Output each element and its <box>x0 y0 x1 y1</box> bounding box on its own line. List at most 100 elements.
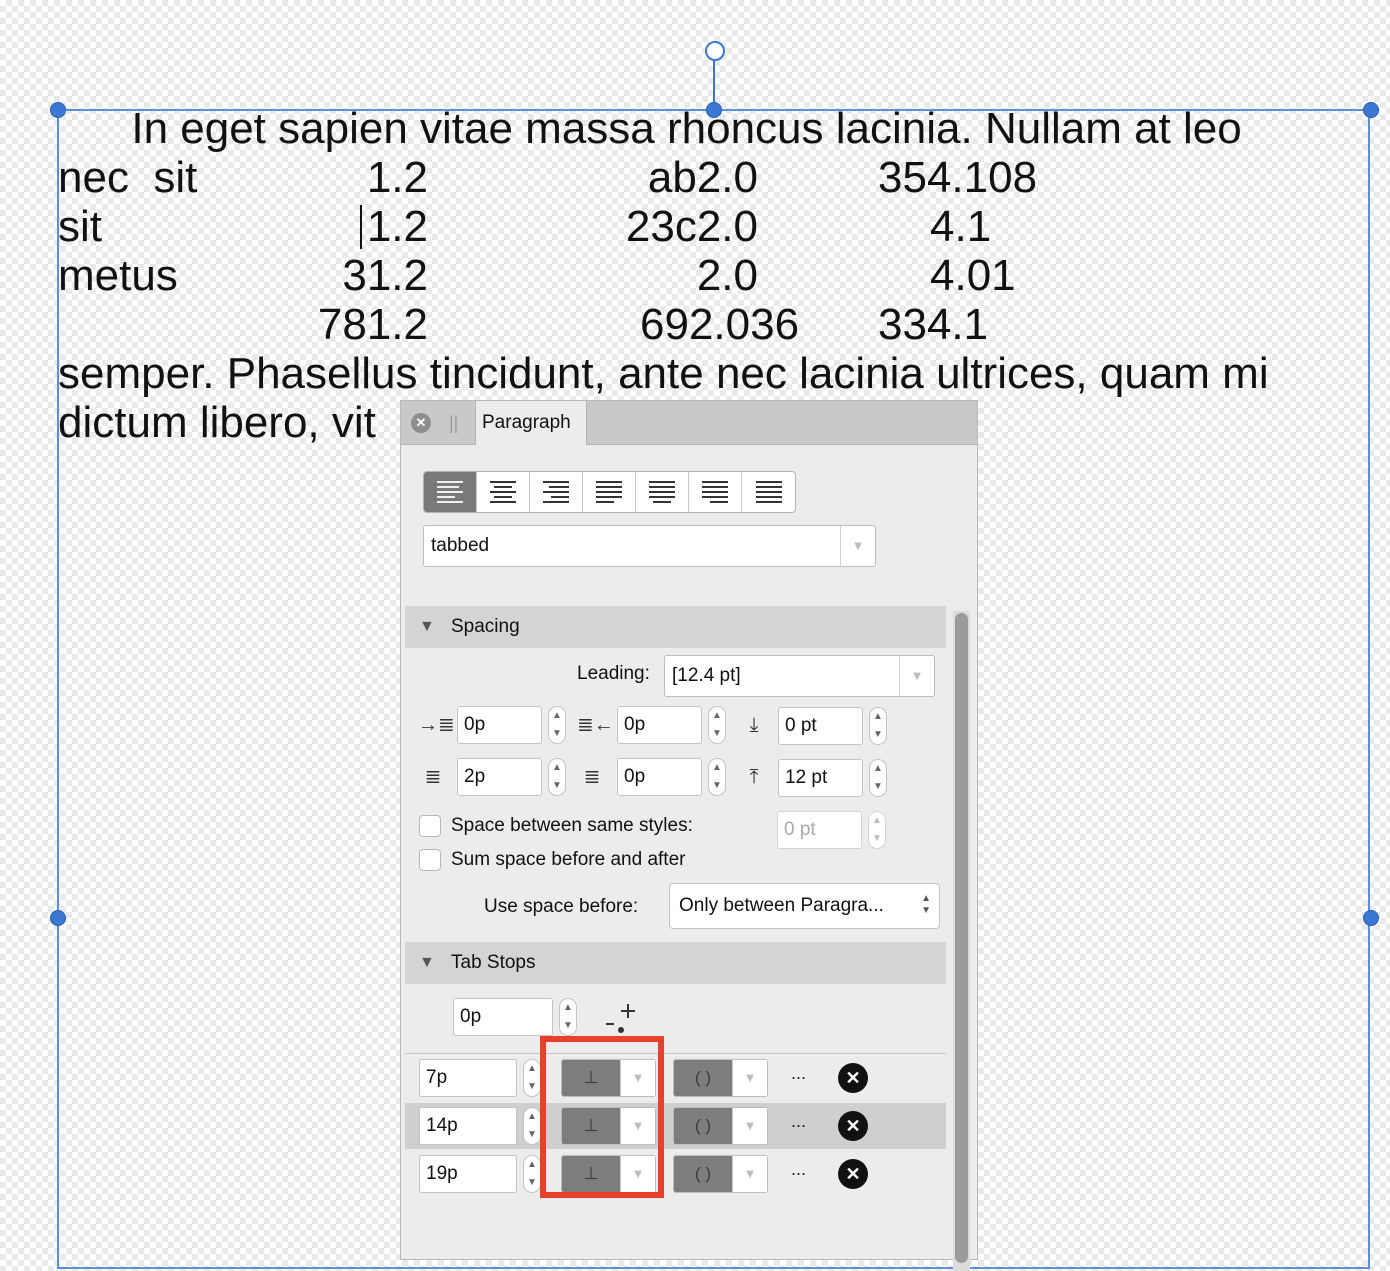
space-before-stepper[interactable]: ▲ ▼ <box>869 707 887 745</box>
justify-center-icon <box>649 481 675 503</box>
delete-tab-icon[interactable]: ✕ <box>838 1063 868 1093</box>
delete-tab-icon[interactable]: ✕ <box>838 1159 868 1189</box>
close-icon[interactable]: ✕ <box>411 413 431 433</box>
frame-handle-top-right[interactable] <box>1363 102 1379 118</box>
justify-left-button[interactable] <box>583 472 636 512</box>
space-after-icon: ⤒ <box>749 766 759 788</box>
table-cell[interactable]: 31.2 <box>230 251 428 300</box>
table-cell[interactable]: ab2.0 <box>560 153 758 202</box>
tab-stop-row[interactable]: 19p ▲ ▼ ⊥ ▼ ( ) ▼ ... ✕ <box>405 1151 946 1197</box>
rotation-handle[interactable] <box>705 41 725 61</box>
left-indent-field[interactable]: 0p <box>457 706 542 744</box>
section-header-tab-stops[interactable]: ▼ Tab Stops <box>405 942 946 984</box>
leading-label: Leading: <box>577 663 650 684</box>
align-right-button[interactable] <box>530 472 583 512</box>
tab-stop-row[interactable]: 14p ▲ ▼ ⊥ ▼ ( ) ▼ ... ✕ <box>405 1103 946 1149</box>
table-cell[interactable]: 781.2 <box>230 300 428 349</box>
same-styles-stepper[interactable]: ▲ ▼ <box>868 811 886 849</box>
grip-icon[interactable]: || <box>449 413 458 433</box>
leading-combo[interactable]: [12.4 pt] ▼ <box>664 655 935 697</box>
justify-right-icon <box>702 481 728 503</box>
table-cell[interactable]: 354.108 <box>878 153 1037 202</box>
last-line-indent-stepper[interactable]: ▲ ▼ <box>708 758 726 796</box>
use-space-before-label: Use space before: <box>484 896 639 917</box>
section-label: Tab Stops <box>451 952 536 973</box>
document-line-after-2[interactable]: dictum libero, vit <box>58 398 376 447</box>
sum-space-checkbox[interactable] <box>419 849 441 871</box>
space-after-field[interactable]: 12 pt <box>778 759 863 797</box>
leader-icon: ( ) <box>694 1164 712 1183</box>
table-cell[interactable]: 1.2 <box>230 153 428 202</box>
chevron-down-icon[interactable]: ▼ <box>732 1108 767 1144</box>
tab-position-field[interactable]: 7p <box>419 1059 517 1097</box>
document-line-after-1[interactable]: semper. Phasellus tincidunt, ante nec la… <box>58 349 1269 398</box>
panel-scrollbar-thumb[interactable] <box>955 613 968 1263</box>
justify-left-icon <box>596 481 622 503</box>
use-space-before-popup[interactable]: Only between Paragra... ▲ ▼ <box>669 883 940 929</box>
justify-all-button[interactable] <box>742 472 795 512</box>
tab-position-field[interactable]: 14p <box>419 1107 517 1145</box>
tab-stop-row[interactable]: 7p ▲ ▼ ⊥ ▼ ( ) ▼ ... ✕ <box>405 1055 946 1101</box>
section-label: Spacing <box>451 616 520 637</box>
frame-handle-middle-left[interactable] <box>50 910 66 926</box>
right-indent-stepper[interactable]: ▲ ▼ <box>708 706 726 744</box>
justify-right-button[interactable] <box>689 472 742 512</box>
tab-leader-dropdown[interactable]: ( ) ▼ <box>673 1107 768 1145</box>
table-cell[interactable]: 4.1 <box>930 202 991 251</box>
last-line-indent-field[interactable]: 0p <box>617 758 702 796</box>
delete-tab-icon[interactable]: ✕ <box>838 1111 868 1141</box>
tab-position-stepper[interactable]: ▲ ▼ <box>523 1107 541 1145</box>
right-indent-field[interactable]: 0p <box>617 706 702 744</box>
table-cell[interactable]: 692.036 <box>640 300 799 349</box>
chevron-down-icon[interactable]: ▼ <box>840 526 875 566</box>
table-cell[interactable]: 334.1 <box>878 300 988 349</box>
same-styles-checkbox[interactable] <box>419 815 441 837</box>
first-line-indent-field[interactable]: 2p <box>457 758 542 796</box>
align-center-icon <box>490 481 516 503</box>
same-styles-label: Space between same styles: <box>451 815 693 836</box>
table-cell[interactable]: 1.2 <box>230 202 428 251</box>
last-line-indent-icon: ≣ <box>583 766 601 788</box>
more-options-button[interactable]: ... <box>791 1159 806 1180</box>
table-cell[interactable]: 23c2.0 <box>560 202 758 251</box>
left-indent-icon: →≣ <box>418 714 455 736</box>
align-left-icon <box>437 481 463 503</box>
tab-paragraph[interactable]: Paragraph <box>475 401 587 445</box>
tab-leader-dropdown[interactable]: ( ) ▼ <box>673 1155 768 1193</box>
tab-position-field[interactable]: 19p <box>419 1155 517 1193</box>
default-tab-stepper[interactable]: ▲ ▼ <box>559 998 577 1036</box>
tab-leader-dropdown[interactable]: ( ) ▼ <box>673 1059 768 1097</box>
align-center-button[interactable] <box>477 472 530 512</box>
add-tab-stop-icon[interactable] <box>604 1000 640 1036</box>
chevron-down-icon[interactable]: ▼ <box>732 1060 767 1096</box>
text-caret <box>360 205 362 249</box>
space-after-stepper[interactable]: ▲ ▼ <box>869 759 887 797</box>
same-styles-field[interactable]: 0 pt <box>777 811 862 849</box>
use-space-before-value: Only between Paragra... <box>679 895 884 916</box>
table-cell[interactable]: nec sit <box>58 153 197 202</box>
alignment-group <box>423 471 796 513</box>
more-options-button[interactable]: ... <box>791 1063 806 1084</box>
table-cell[interactable]: sit <box>58 202 102 251</box>
first-line-indent-stepper[interactable]: ▲ ▼ <box>548 758 566 796</box>
space-before-field[interactable]: 0 pt <box>778 707 863 745</box>
leader-icon: ( ) <box>694 1116 712 1135</box>
table-cell[interactable]: 4.01 <box>930 251 1016 300</box>
paragraph-style-combo[interactable]: tabbed ▼ <box>423 525 876 567</box>
default-tab-field[interactable]: 0p <box>453 998 553 1036</box>
table-cell[interactable]: metus <box>58 251 178 300</box>
frame-handle-middle-right[interactable] <box>1363 910 1379 926</box>
tab-position-stepper[interactable]: ▲ ▼ <box>523 1059 541 1097</box>
chevron-down-icon[interactable]: ▼ <box>732 1156 767 1192</box>
tab-position-stepper[interactable]: ▲ ▼ <box>523 1155 541 1193</box>
left-indent-stepper[interactable]: ▲ ▼ <box>548 706 566 744</box>
document-line-1[interactable]: In eget sapien vitae massa rhoncus lacin… <box>58 104 1241 153</box>
justify-center-button[interactable] <box>636 472 689 512</box>
chevron-down-icon[interactable]: ▼ <box>899 656 934 696</box>
table-cell[interactable]: 2.0 <box>560 251 758 300</box>
align-left-button[interactable] <box>424 472 477 512</box>
disclosure-triangle-icon: ▼ <box>419 618 435 635</box>
section-header-spacing[interactable]: ▼ Spacing <box>405 606 946 648</box>
more-options-button[interactable]: ... <box>791 1111 806 1132</box>
panel-tab-bar: ✕ || Paragraph <box>401 401 977 445</box>
